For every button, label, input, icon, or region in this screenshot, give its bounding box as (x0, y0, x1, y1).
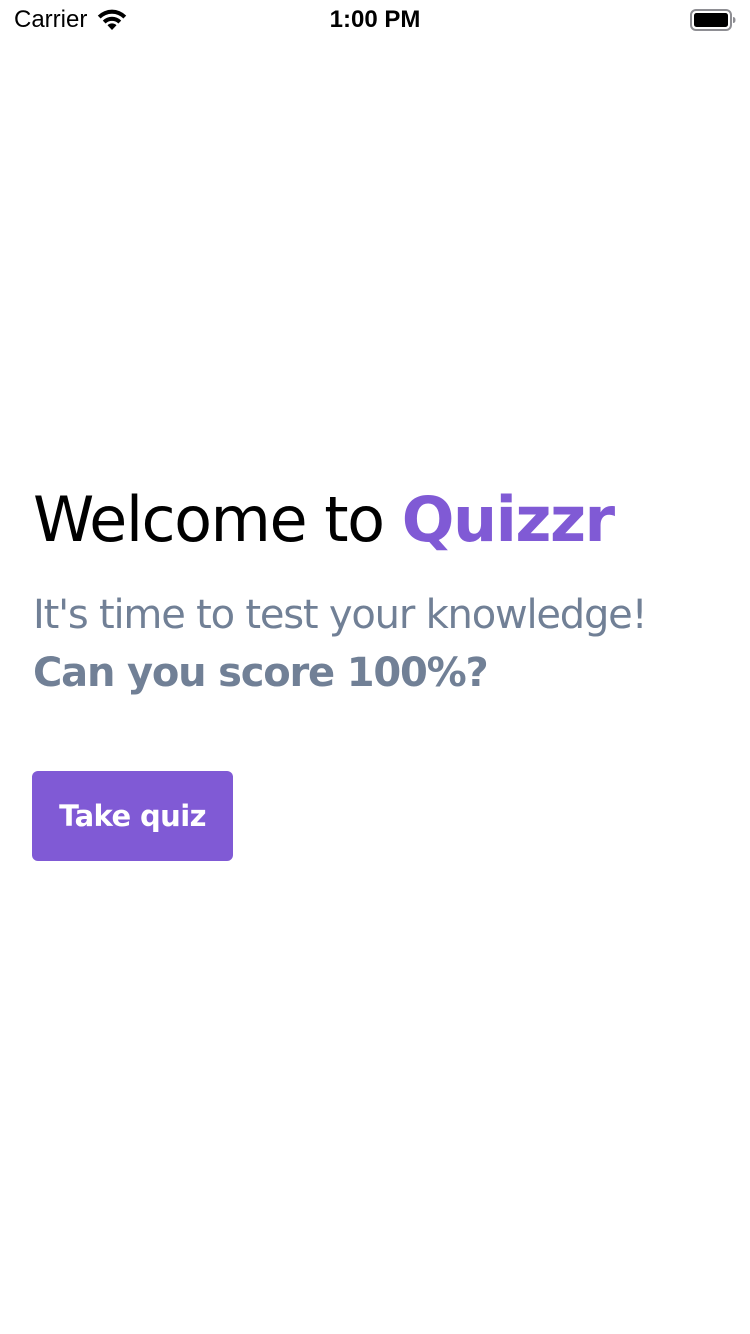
status-time: 1:00 PM (329, 6, 421, 33)
brand-name: Quizzr (401, 483, 615, 556)
status-bar: Carrier 1:00 PM (0, 0, 750, 40)
welcome-screen: Carrier 1:00 PM Welcome to Quizzr It's t… (0, 0, 750, 1334)
take-quiz-button[interactable]: Take quiz (32, 771, 233, 861)
tagline-emphasis: Can you score 100%? (33, 650, 489, 696)
welcome-title: Welcome to Quizzr (33, 478, 733, 562)
tagline: It's time to test your knowledge! (33, 592, 648, 638)
battery-icon (690, 9, 736, 31)
welcome-content: Welcome to Quizzr It's time to test your… (33, 478, 733, 702)
welcome-title-prefix: Welcome to (33, 483, 402, 556)
